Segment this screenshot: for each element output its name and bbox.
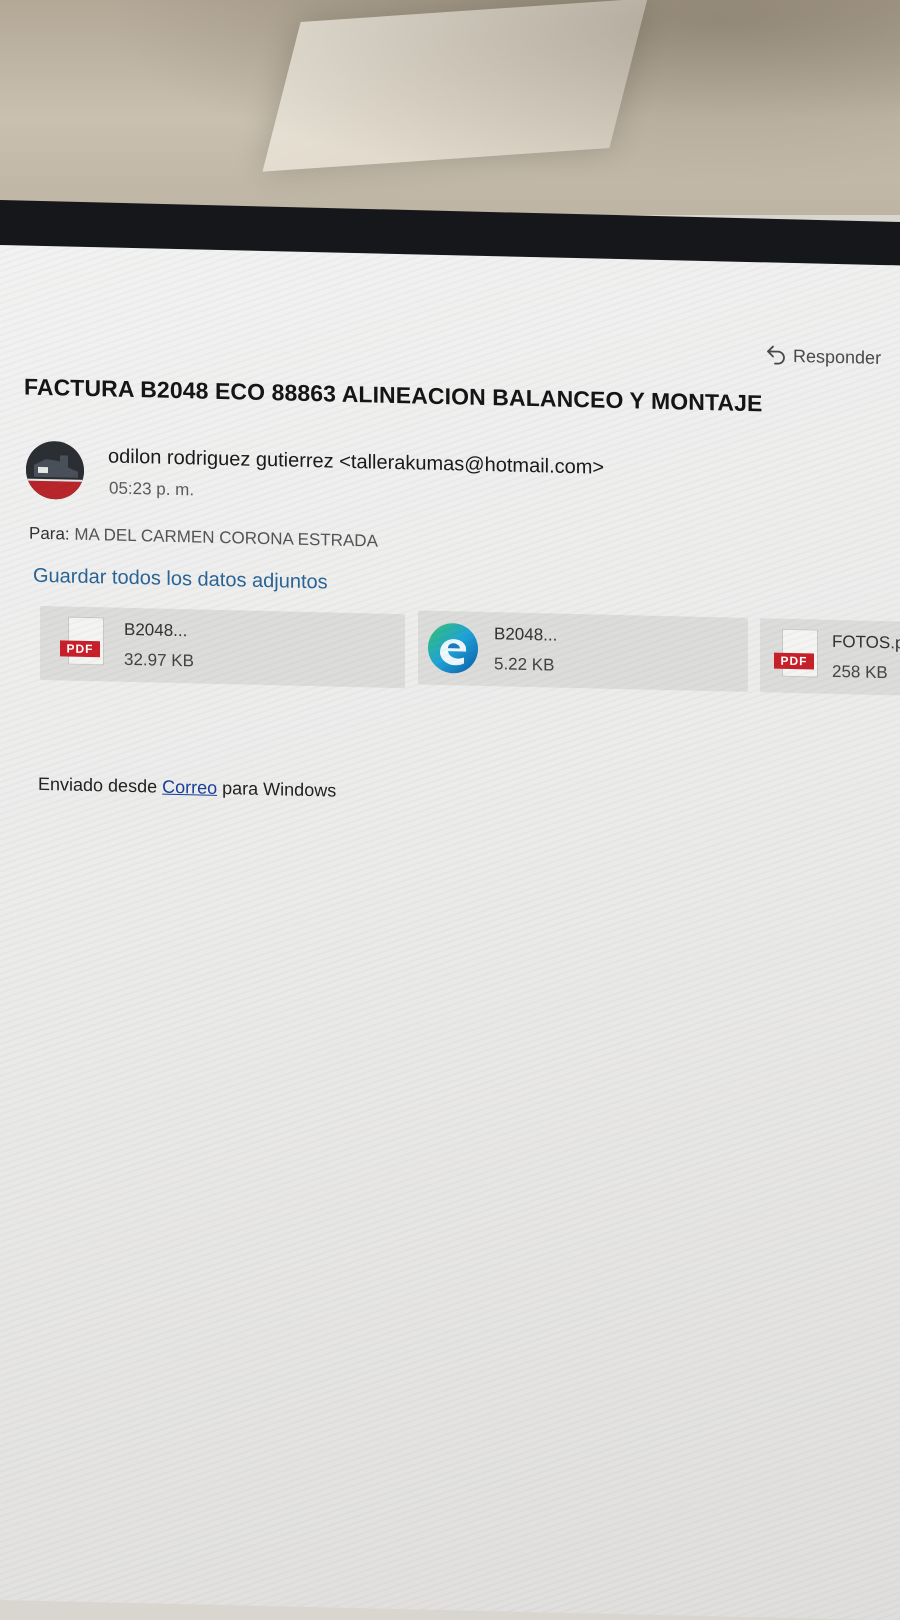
attachment-item[interactable]: PDF B2048... 32.97 KB	[40, 605, 405, 689]
email-reading-pane: Responder FACTURA B2048 ECO 88863 ALINEA…	[0, 245, 900, 1620]
attachment-item[interactable]: B2048... 5.22 KB	[418, 610, 748, 692]
recipients-row: Para: MA DEL CARMEN CORONA ESTRADA	[29, 524, 378, 552]
email-subject: FACTURA B2048 ECO 88863 ALINEACION BALAN…	[24, 373, 763, 417]
pdf-badge: PDF	[60, 640, 100, 658]
photo-ceiling-background	[0, 0, 900, 215]
email-body-signature: Enviado desde Correo para Windows	[38, 774, 336, 802]
reply-label: Responder	[793, 345, 882, 368]
reply-button[interactable]: Responder	[765, 342, 881, 372]
recipient-name[interactable]: MA DEL CARMEN CORONA ESTRADA	[74, 525, 378, 551]
pdf-badge: PDF	[774, 652, 814, 670]
ceiling-shadow	[0, 0, 900, 215]
attachment-item[interactable]: PDF FOTOS.p 258 KB	[760, 618, 900, 696]
pdf-icon: PDF	[60, 616, 110, 671]
signature-suffix: para Windows	[222, 778, 337, 801]
sender-avatar[interactable]	[26, 440, 84, 500]
pdf-icon: PDF	[774, 628, 824, 684]
attachment-name: FOTOS.p	[832, 631, 900, 653]
attachment-name: B2048...	[494, 624, 558, 645]
sender-line[interactable]: odilon rodriguez gutierrez <tallerakumas…	[108, 445, 604, 479]
to-label: Para:	[29, 523, 70, 544]
attachment-size: 258 KB	[832, 661, 888, 683]
reply-arrow-icon	[765, 342, 793, 370]
sender-name: odilon rodriguez gutierrez	[108, 445, 334, 473]
edge-browser-icon	[426, 621, 480, 676]
signature-prefix: Enviado desde	[38, 773, 158, 797]
save-all-attachments-link[interactable]: Guardar todos los datos adjuntos	[33, 565, 328, 595]
sender-email: <tallerakumas@hotmail.com>	[339, 450, 605, 479]
attachment-name: B2048...	[124, 619, 188, 641]
attachment-size: 5.22 KB	[494, 654, 555, 675]
mail-app-link[interactable]: Correo	[162, 777, 217, 798]
attachment-size: 32.97 KB	[124, 649, 194, 671]
sent-time: 05:23 p. m.	[109, 478, 195, 500]
